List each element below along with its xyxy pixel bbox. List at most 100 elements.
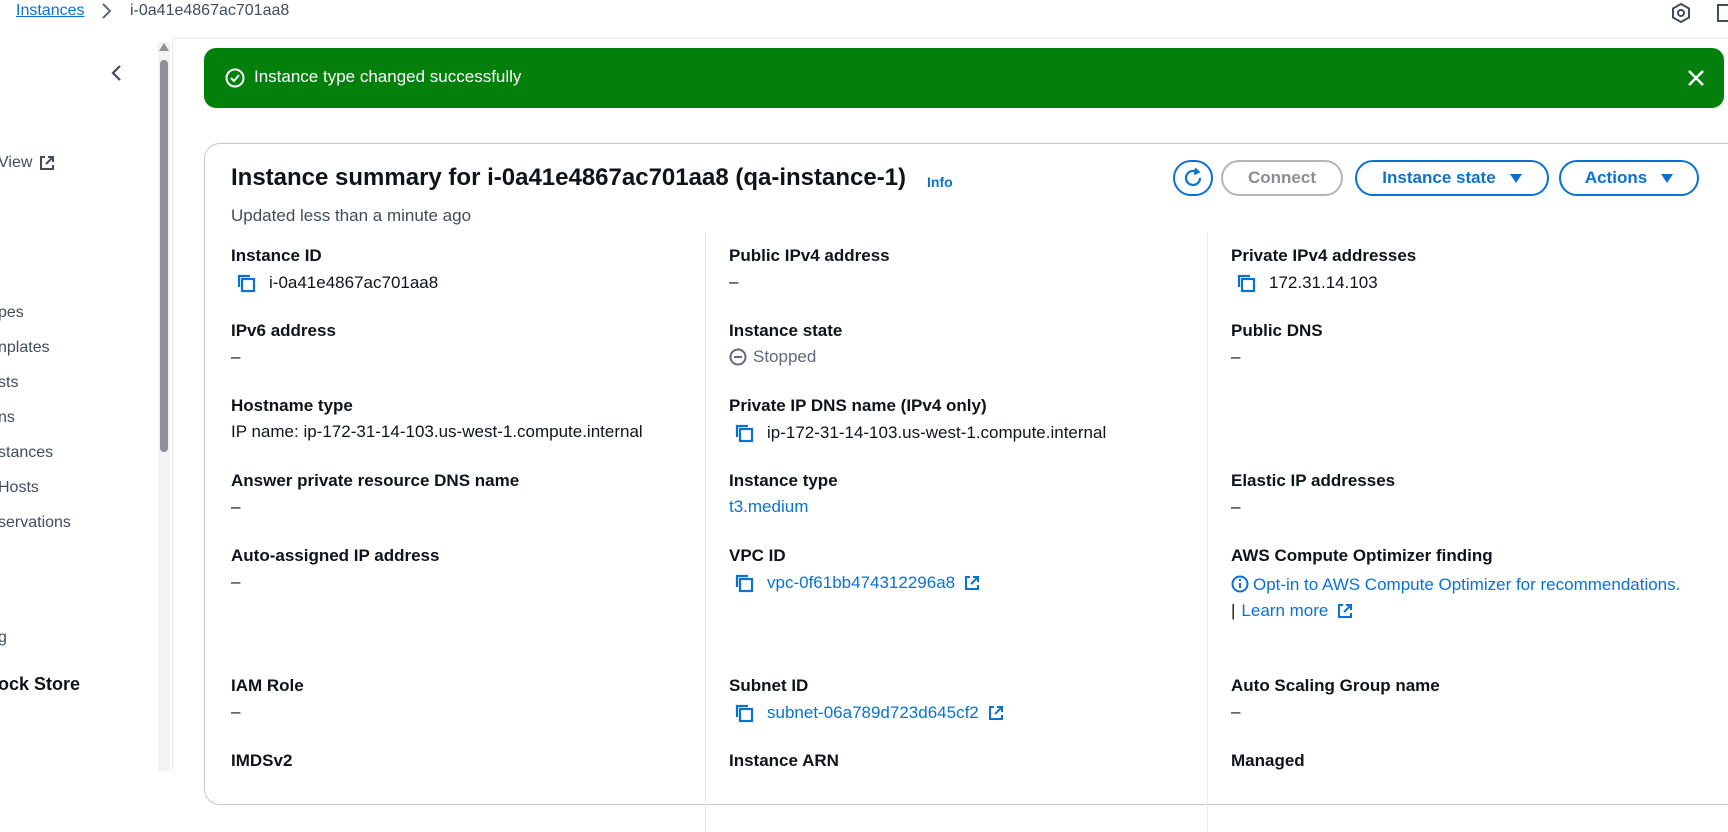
field-label: Instance ARN (729, 751, 839, 770)
actions-button[interactable]: Actions (1559, 160, 1699, 196)
elastic-ip-value: – (1231, 497, 1241, 516)
field-instance-type: Instance type t3.medium (729, 471, 1199, 517)
success-check-icon (225, 68, 245, 88)
field-label: Private IP DNS name (IPv4 only) (729, 396, 987, 415)
auto-ip-value: – (231, 572, 241, 591)
refresh-icon (1184, 167, 1202, 187)
field-instance-id: Instance ID i-0a41e4867ac701aa8 (231, 246, 701, 294)
breadcrumb-current: i-0a41e4867ac701aa8 (130, 2, 290, 19)
field-label: Private IPv4 addresses (1231, 246, 1417, 265)
vpc-id-link[interactable]: vpc-0f61bb474312296a8 (767, 573, 955, 593)
window-icon[interactable] (1716, 2, 1728, 24)
sidebar-item-hosts[interactable]: Hosts (0, 479, 39, 497)
hostname-type-value: IP name: ip-172-31-14-103.us-west-1.comp… (231, 422, 643, 441)
side-navigation: View pes nplates sts ns stances Hosts se… (0, 38, 173, 771)
refresh-button[interactable] (1173, 160, 1213, 196)
column-divider (705, 232, 706, 832)
field-managed: Managed (1231, 751, 1701, 775)
column-divider (1207, 232, 1208, 832)
private-dns-value: ip-172-31-14-103.us-west-1.compute.inter… (767, 423, 1107, 442)
copy-icon[interactable] (733, 422, 755, 444)
field-auto-scaling-group: Auto Scaling Group name – (1231, 676, 1701, 722)
connect-button[interactable]: Connect (1221, 160, 1343, 196)
field-subnet-id: Subnet ID subnet-06a789d723d645cf2 (729, 676, 1199, 724)
copy-icon[interactable] (733, 572, 755, 594)
chevron-left-icon[interactable] (108, 64, 126, 82)
external-link-icon[interactable] (987, 704, 1005, 722)
field-label: IMDSv2 (231, 751, 293, 770)
asg-name-value: – (1231, 702, 1241, 721)
optimizer-optin-text: Opt-in to AWS Compute Optimizer for reco… (1253, 575, 1681, 594)
sidebar-scrollbar[interactable] (158, 42, 170, 771)
actions-button-label: Actions (1584, 168, 1648, 187)
flash-message: Instance type changed successfully (254, 67, 522, 86)
ipv6-value: – (231, 347, 241, 366)
sidebar-item-instances[interactable]: stances (0, 444, 53, 462)
learn-more-link[interactable]: Learn more (1241, 601, 1328, 621)
field-label: Auto-assigned IP address (231, 546, 440, 565)
field-label: Managed (1231, 751, 1305, 770)
copy-icon[interactable] (1235, 272, 1257, 294)
field-label: Subnet ID (729, 676, 809, 695)
instance-state-button-label: Instance state (1382, 168, 1496, 187)
instance-summary-card: Instance summary for i-0a41e4867ac701aa8… (204, 143, 1728, 832)
field-label: Elastic IP addresses (1231, 471, 1396, 490)
breadcrumb-bar: Instances i-0a41e4867ac701aa8 (0, 0, 1728, 39)
field-label: AWS Compute Optimizer finding (1231, 546, 1493, 565)
private-ipv4-value: 172.31.14.103 (1269, 273, 1378, 292)
breadcrumb-instances-link[interactable]: Instances (16, 2, 84, 20)
sidebar-item-requests[interactable]: sts (0, 374, 18, 392)
field-label: IAM Role (231, 676, 304, 695)
field-elastic-ip: Elastic IP addresses – (1231, 471, 1701, 517)
external-link-icon (40, 156, 55, 170)
field-label: Hostname type (231, 396, 353, 415)
external-link-icon[interactable] (1336, 602, 1354, 620)
chevron-right-icon (102, 3, 112, 19)
caret-down-icon (1661, 173, 1674, 183)
copy-icon[interactable] (235, 272, 257, 294)
optimizer-optin-link[interactable]: Opt-in to AWS Compute Optimizer for reco… (1231, 572, 1711, 597)
field-public-ipv4: Public IPv4 address – (729, 246, 1199, 292)
updated-timestamp: Updated less than a minute ago (231, 206, 472, 225)
separator: | (1231, 601, 1236, 620)
sidebar-item-plans[interactable]: ns (0, 409, 15, 427)
sidebar-item-view[interactable]: View (0, 154, 56, 172)
public-dns-value: – (1231, 347, 1241, 366)
public-ipv4-value: – (729, 272, 739, 291)
field-private-ip-dns: Private IP DNS name (IPv4 only) ip-172-3… (729, 396, 1199, 444)
info-link[interactable]: Info (927, 174, 953, 190)
field-public-dns: Public DNS – (1231, 321, 1701, 367)
sidebar-item-g[interactable]: g (0, 629, 7, 647)
instance-state-value: Stopped (753, 347, 817, 366)
sidebar-item-reservations[interactable]: servations (0, 514, 71, 532)
field-instance-arn: Instance ARN (729, 751, 1199, 775)
field-label: Public IPv4 address (729, 246, 890, 265)
copy-icon[interactable] (733, 702, 755, 724)
field-label: Public DNS (1231, 321, 1323, 340)
field-compute-optimizer: AWS Compute Optimizer finding Opt-in to … (1231, 546, 1711, 621)
field-auto-assigned-ip: Auto-assigned IP address – (231, 546, 701, 592)
sidebar-item-templates[interactable]: nplates (0, 339, 50, 357)
instance-state-button[interactable]: Instance state (1355, 160, 1549, 196)
field-label: Instance state (729, 321, 843, 340)
account-icon[interactable] (1670, 2, 1692, 24)
field-answer-private-dns: Answer private resource DNS name – (231, 471, 701, 517)
page-title: Instance summary for i-0a41e4867ac701aa8… (231, 164, 907, 191)
field-ipv6-address: IPv6 address – (231, 321, 701, 367)
sidebar-item-label: View (0, 154, 33, 171)
external-link-icon[interactable] (963, 574, 981, 592)
field-label: Answer private resource DNS name (231, 471, 520, 490)
field-instance-state: Instance state Stopped (729, 321, 1199, 367)
scrollbar-thumb[interactable] (160, 60, 168, 452)
subnet-id-link[interactable]: subnet-06a789d723d645cf2 (767, 703, 979, 723)
field-label: IPv6 address (231, 321, 336, 340)
instance-type-link[interactable]: t3.medium (729, 497, 808, 517)
caret-down-icon (1509, 173, 1522, 183)
field-iam-role: IAM Role – (231, 676, 701, 722)
sidebar-item-types[interactable]: pes (0, 304, 24, 322)
field-vpc-id: VPC ID vpc-0f61bb474312296a8 (729, 546, 1199, 594)
success-flash-banner: Instance type changed successfully (204, 48, 1724, 108)
scroll-up-icon[interactable] (158, 42, 170, 52)
close-icon[interactable] (1684, 66, 1708, 90)
field-private-ipv4: Private IPv4 addresses 172.31.14.103 (1231, 246, 1701, 294)
